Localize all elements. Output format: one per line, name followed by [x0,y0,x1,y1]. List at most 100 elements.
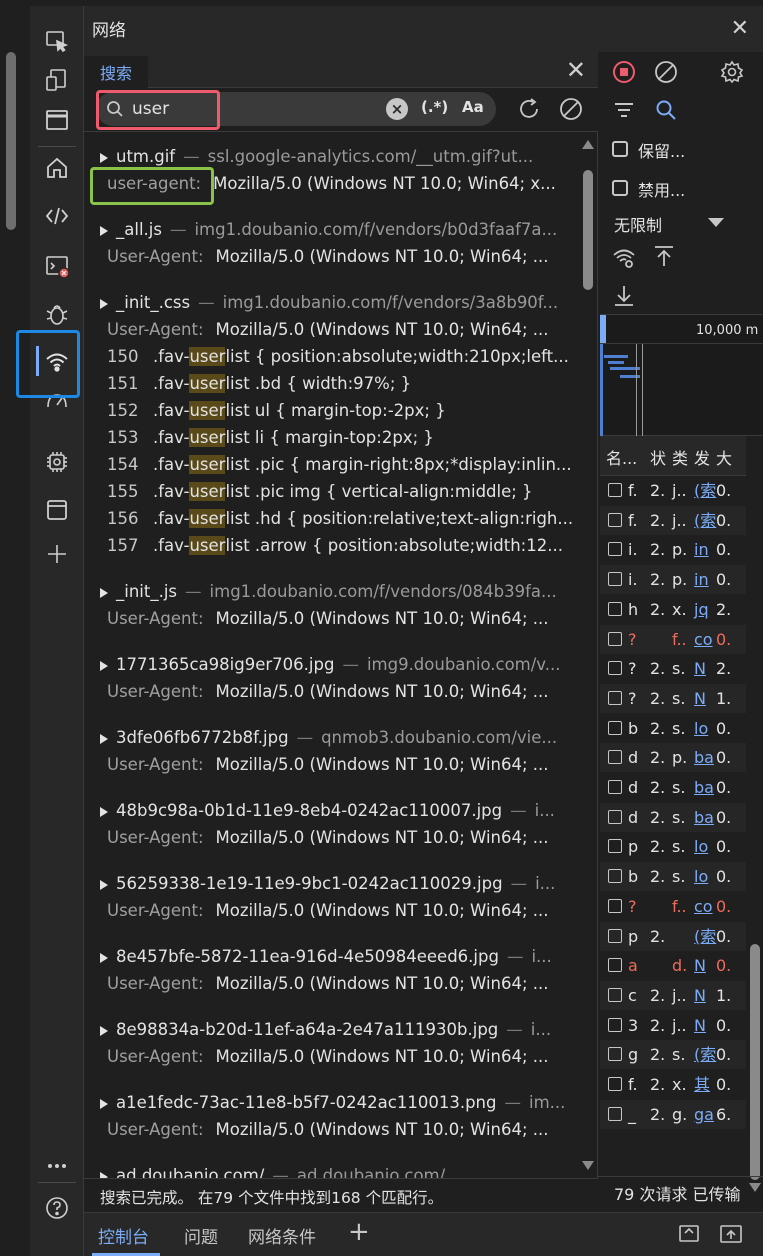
tab-network-conditions[interactable]: 网络条件 [248,1223,316,1248]
network-request-row[interactable]: d 2. p. ba 0. [600,743,746,773]
result-file-row[interactable]: 1771365ca98ig9er706.jpg — img9.doubanio.co… [84,652,576,678]
preserve-log-checkbox[interactable] [612,141,628,157]
clear-results-icon[interactable] [558,96,584,122]
network-cell-i[interactable]: ga [694,1100,714,1129]
network-cell-i[interactable]: N [694,654,706,683]
console-icon[interactable] [30,248,84,284]
network-cell-i[interactable]: lo [694,832,708,861]
network-cell-i[interactable]: (索 [694,1040,716,1069]
network-request-row[interactable]: a d. N 0. [600,951,746,980]
network-conditions-icon[interactable] [612,246,636,270]
result-code-match[interactable]: 155 .fav-userlist .pic img { vertical-ali… [84,479,576,505]
result-header-match[interactable]: User-Agent: Mozilla/5.0 (Windows NT 10.0;… [84,1117,576,1143]
result-header-match[interactable]: User-Agent: Mozilla/5.0 (Windows NT 10.0;… [84,317,576,343]
dock-icon[interactable] [30,102,84,138]
expand-triangle-icon[interactable] [100,587,108,598]
tab-console[interactable]: 控制台 [98,1223,149,1248]
network-request-row[interactable]: ? 2. s. N 2. [600,654,746,683]
filter-icon[interactable] [612,98,636,122]
network-cell-i[interactable]: in [694,535,709,564]
result-file-row[interactable]: _all.js — img1.doubanio.com/f/vendors/b0d3… [84,217,576,243]
expand-triangle-icon[interactable] [100,660,108,671]
network-request-row[interactable]: f. 2. j.. (索 0. [600,505,746,535]
network-request-row[interactable]: d 2. s. ba 0. [600,802,746,832]
expand-triangle-icon[interactable] [100,806,108,817]
network-cell-i[interactable]: 其 [694,1070,710,1099]
expand-drawer-icon[interactable] [718,1221,744,1247]
results-scrollbar-thumb[interactable] [583,170,593,290]
network-request-row[interactable]: d 2. s. ba 0. [600,773,746,802]
export-har-icon[interactable] [612,284,636,308]
result-code-match[interactable]: 156 .fav-userlist .hd { position:relative… [84,506,576,532]
tab-issues[interactable]: 问题 [184,1223,218,1248]
dock-drawer-icon[interactable] [676,1221,702,1247]
close-panel-button[interactable]: ✕ [731,16,749,41]
regex-toggle-button[interactable]: (.*) [421,98,448,116]
result-code-match[interactable]: 152 .fav-userlist ul { margin-top:-2px; } [84,398,576,424]
result-header-match[interactable]: User-Agent: Mozilla/5.0 (Windows NT 10.0;… [84,606,576,632]
result-code-match[interactable]: 151 .fav-userlist .bd { width:97%; } [84,371,576,397]
network-cell-i[interactable]: lo [694,862,708,891]
result-file-row[interactable]: ad.doubanio.com/ — ad.doubanio.com/ [84,1163,576,1178]
record-stop-icon[interactable] [612,60,636,84]
network-request-row[interactable]: b 2. s. lo 0. [600,714,746,743]
disable-cache-checkbox[interactable] [612,180,628,196]
expand-triangle-icon[interactable] [100,298,108,309]
overview-selection-left[interactable] [600,315,606,343]
result-file-row[interactable]: _init_.js — img1.doubanio.com/f/vendors/08… [84,579,576,605]
more-tools-icon[interactable] [30,1148,84,1184]
network-request-row[interactable]: 3 2. j.. N 0. [600,1011,746,1040]
network-request-row[interactable]: f. 2. j.. (索 0. [600,476,746,505]
result-file-row[interactable]: a1e1fedc-73ac-11e8-b5f7-0242ac110013.png… [84,1090,576,1116]
result-code-match[interactable]: 153 .fav-userlist li { margin-top:2px; } [84,425,576,451]
network-cell-i[interactable]: N [694,951,706,980]
expand-triangle-icon[interactable] [100,879,108,890]
network-request-row[interactable]: ? f.. co 0. [600,892,746,921]
result-file-row[interactable]: 8e98834a-b20d-11ef-a64a-2e47a111930b.jpg… [84,1017,576,1043]
network-request-row[interactable]: _ 2. g. ga 6. [600,1099,746,1129]
result-file-row[interactable]: 3dfe06fb6772b8f.jpg — qnmob3.doubanio.com/… [84,725,576,751]
results-scrollbar[interactable] [580,140,596,1170]
memory-chip-icon[interactable] [30,444,84,480]
search-tab[interactable]: 搜索 [84,56,148,88]
network-column-header[interactable]: 发 [694,445,710,469]
network-column-header[interactable]: 状 [650,445,666,469]
network-cell-i[interactable]: (索 [694,476,716,505]
network-column-header[interactable]: 名... [606,445,637,469]
network-cell-i[interactable]: jq [694,595,709,624]
settings-gear-icon[interactable] [720,60,744,84]
network-scrollbar-thumb[interactable] [750,944,760,1180]
result-code-match[interactable]: 157 .fav-userlist .arrow { position:absol… [84,533,576,559]
sources-bug-icon[interactable] [30,296,84,332]
network-column-header[interactable]: 大 [716,445,732,469]
network-scrollbar[interactable] [746,436,763,1196]
inspect-element-icon[interactable] [30,24,84,60]
result-file-row[interactable]: 8e457bfe-5872-11ea-916d-4e50984eeed6.jpg… [84,944,576,970]
chevron-down-icon[interactable] [708,218,724,227]
result-header-match[interactable]: User-Agent: Mozilla/5.0 (Windows NT 10.0;… [84,1044,576,1070]
expand-triangle-icon[interactable] [100,1098,108,1109]
match-case-button[interactable]: Aa [462,98,484,116]
network-cell-i[interactable]: N [694,981,706,1010]
expand-triangle-icon[interactable] [100,225,108,236]
expand-triangle-icon[interactable] [100,733,108,744]
elements-code-icon[interactable] [30,198,84,234]
add-tool-icon[interactable] [30,536,84,572]
application-panel-icon[interactable] [30,492,84,528]
result-header-match[interactable]: User-Agent: Mozilla/5.0 (Windows NT 10.0;… [84,752,576,778]
network-request-row[interactable]: i. 2. p. in 0. [600,565,746,595]
close-search-button[interactable]: ✕ [566,56,586,84]
result-code-match[interactable]: 150 .fav-userlist { position:absolute;wid… [84,344,576,370]
clear-search-icon[interactable]: × [386,98,408,120]
clear-log-icon[interactable] [654,60,678,84]
network-request-row[interactable]: g 2. s. (索 0. [600,1040,746,1070]
result-file-row[interactable]: 48b9c98a-0b1d-11e9-8eb4-0242ac110007.jpg… [84,798,576,824]
network-cell-i[interactable]: ba [694,803,714,832]
network-cell-i[interactable]: ba [694,743,714,772]
help-icon[interactable] [30,1190,84,1226]
scroll-down-arrow[interactable] [582,1161,594,1170]
result-file-row[interactable]: 56259338-1e19-11e9-9bc1-0242ac110029.jpg… [84,871,576,897]
welcome-home-icon[interactable] [30,150,84,186]
result-file-row[interactable]: _init_.css — img1.doubanio.com/f/vendors/3… [84,290,576,316]
expand-triangle-icon[interactable] [100,952,108,963]
